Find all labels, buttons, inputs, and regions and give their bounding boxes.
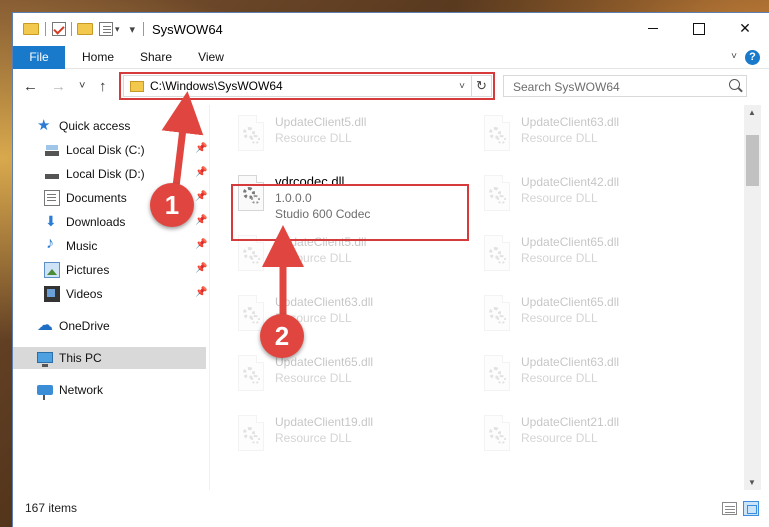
sidebar-item-label: Videos xyxy=(66,287,103,301)
dll-file-icon xyxy=(482,115,514,155)
pin-icon[interactable]: 📌 xyxy=(195,240,207,250)
step-badge-1: 1 xyxy=(150,183,194,227)
dll-file-icon xyxy=(236,415,268,455)
pin-icon[interactable]: 📌 xyxy=(195,192,207,202)
search-box[interactable]: Search SysWOW64 xyxy=(503,75,747,97)
window-title: SysWOW64 xyxy=(152,22,223,37)
sidebar-item-label: Local Disk (C:) xyxy=(66,143,145,157)
pictures-icon xyxy=(44,262,60,278)
computer-icon xyxy=(37,351,53,367)
scroll-down-icon[interactable]: ▼ xyxy=(748,478,756,487)
dll-file-icon xyxy=(236,235,268,275)
up-button[interactable]: ↑ xyxy=(99,78,107,95)
sidebar-item-label: Documents xyxy=(66,191,127,205)
details-view-icon[interactable] xyxy=(722,502,737,515)
sidebar-item-local-disk-c[interactable]: Local Disk (C:) 📌 xyxy=(13,139,207,161)
list-item[interactable]: UpdateClient42.dll Resource DLL xyxy=(476,171,706,221)
list-item[interactable]: UpdateClient19.dll Resource DLL xyxy=(230,411,460,461)
sidebar-item-label: OneDrive xyxy=(59,319,110,333)
list-item[interactable]: UpdateClient63.dll Resource DLL xyxy=(476,351,706,401)
file-highlight xyxy=(231,184,469,241)
list-item[interactable]: UpdateClient65.dll Resource DLL xyxy=(476,291,706,341)
sidebar-item-quick-access[interactable]: Quick access xyxy=(13,115,206,137)
pin-icon[interactable]: 📌 xyxy=(195,264,207,274)
music-icon xyxy=(44,235,60,254)
drive-icon xyxy=(44,142,60,158)
large-icons-view-icon[interactable] xyxy=(743,501,759,516)
navigation-pane: Quick access Local Disk (C:) 📌 Local Dis… xyxy=(13,105,208,490)
cloud-icon xyxy=(37,315,53,335)
quick-access-toolbar: ▾ ▾ xyxy=(23,20,150,38)
minimize-button[interactable] xyxy=(630,13,676,44)
pin-icon[interactable]: 📌 xyxy=(195,288,207,298)
step-badge-2: 2 xyxy=(260,314,304,358)
properties-icon[interactable] xyxy=(99,22,113,36)
folder-icon xyxy=(23,23,39,35)
network-icon xyxy=(37,385,53,400)
sidebar-item-this-pc[interactable]: This PC xyxy=(13,347,206,369)
dll-file-icon xyxy=(482,235,514,275)
search-input[interactable]: Search SysWOW64 xyxy=(513,80,620,94)
back-button[interactable]: ← xyxy=(23,78,38,95)
dll-file-icon xyxy=(236,115,268,155)
sidebar-item-label: Network xyxy=(59,383,104,397)
videos-icon xyxy=(44,286,60,302)
customize-toolbar-icon[interactable]: ▾ xyxy=(130,23,136,36)
sidebar-item-label: Music xyxy=(66,239,98,253)
address-bar-highlight xyxy=(119,72,495,100)
dll-file-icon xyxy=(482,295,514,335)
properties-checkmark-icon[interactable] xyxy=(52,22,66,36)
scrollbar-thumb[interactable] xyxy=(746,135,759,186)
recent-locations-button[interactable]: ˅ xyxy=(79,80,85,92)
file-list: UpdateClient5.dll Resource DLL vdrcodec.… xyxy=(210,105,743,490)
title-bar: ▾ ▾ SysWOW64 ✕ xyxy=(13,13,769,46)
download-icon xyxy=(44,213,60,230)
dll-file-icon xyxy=(236,355,268,395)
status-bar: 167 items xyxy=(13,498,769,521)
sidebar-item-local-disk-d[interactable]: Local Disk (D:) 📌 xyxy=(13,163,207,185)
chevron-down-icon[interactable]: ˅ xyxy=(731,51,737,62)
tab-view[interactable]: View xyxy=(191,46,231,69)
list-item[interactable]: UpdateClient65.dll Resource DLL xyxy=(230,351,460,401)
sidebar-item-videos[interactable]: Videos 📌 xyxy=(13,283,207,305)
sidebar-item-label: Pictures xyxy=(66,263,110,277)
sidebar-item-pictures[interactable]: Pictures 📌 xyxy=(13,259,207,281)
dll-file-icon xyxy=(482,355,514,395)
close-button[interactable]: ✕ xyxy=(722,13,768,44)
maximize-button[interactable] xyxy=(676,13,722,44)
file-explorer-window: ▾ ▾ SysWOW64 ✕ File Home Share View ˅ ? … xyxy=(13,13,769,527)
pin-icon[interactable]: 📌 xyxy=(195,144,207,154)
documents-icon xyxy=(44,190,60,206)
list-item[interactable]: UpdateClient65.dll Resource DLL xyxy=(476,231,706,281)
drive-icon xyxy=(44,166,60,182)
list-item[interactable]: UpdateClient5.dll Resource DLL xyxy=(230,111,460,161)
sidebar-item-music[interactable]: Music 📌 xyxy=(13,235,207,257)
dll-file-icon xyxy=(482,415,514,455)
list-item[interactable]: UpdateClient63.dll Resource DLL xyxy=(476,111,706,161)
star-icon xyxy=(37,116,53,134)
navigation-bar: ← → ˅ ↑ C:\Windows\SysWOW64 ˅ ↻ Search S… xyxy=(13,69,769,105)
pin-icon[interactable]: 📌 xyxy=(195,168,207,178)
pin-icon[interactable]: 📌 xyxy=(195,216,207,226)
scroll-up-icon[interactable]: ▲ xyxy=(748,108,756,117)
sidebar-item-label: Downloads xyxy=(66,215,126,229)
ribbon-tabs: File Home Share View ˅ ? xyxy=(13,46,769,96)
forward-button[interactable]: → xyxy=(51,78,66,95)
chevron-down-icon[interactable]: ▾ xyxy=(115,24,120,35)
tab-share[interactable]: Share xyxy=(133,46,179,69)
list-item[interactable]: UpdateClient21.dll Resource DLL xyxy=(476,411,706,461)
search-icon[interactable] xyxy=(729,79,740,90)
vertical-scrollbar[interactable]: ▲ ▼ xyxy=(744,105,761,490)
help-icon[interactable]: ? xyxy=(745,50,760,65)
sidebar-item-network[interactable]: Network xyxy=(13,379,206,401)
new-folder-icon[interactable] xyxy=(77,23,93,35)
tab-home[interactable]: Home xyxy=(73,46,123,69)
item-count: 167 items xyxy=(25,501,78,515)
sidebar-item-label: Quick access xyxy=(59,119,131,133)
dll-file-icon xyxy=(482,175,514,215)
sidebar-item-onedrive[interactable]: OneDrive xyxy=(13,315,206,337)
sidebar-item-label: This PC xyxy=(59,351,102,365)
sidebar-item-label: Local Disk (D:) xyxy=(66,167,145,181)
